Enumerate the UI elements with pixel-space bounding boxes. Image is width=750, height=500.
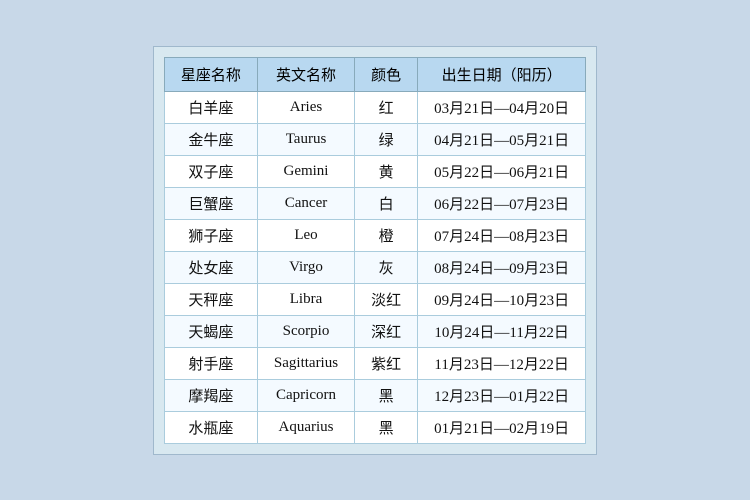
cell-english-name: Cancer xyxy=(257,187,354,219)
cell-english-name: Taurus xyxy=(257,123,354,155)
table-row: 天秤座Libra淡红09月24日—10月23日 xyxy=(164,283,585,315)
cell-color: 灰 xyxy=(355,251,418,283)
cell-dates: 01月21日—02月19日 xyxy=(418,411,586,443)
cell-color: 黑 xyxy=(355,379,418,411)
cell-color: 淡红 xyxy=(355,283,418,315)
table-header-row: 星座名称 英文名称 颜色 出生日期（阳历） xyxy=(164,57,585,91)
cell-english-name: Virgo xyxy=(257,251,354,283)
cell-english-name: Capricorn xyxy=(257,379,354,411)
cell-english-name: Sagittarius xyxy=(257,347,354,379)
cell-chinese-name: 水瓶座 xyxy=(164,411,257,443)
table-row: 水瓶座Aquarius黑01月21日—02月19日 xyxy=(164,411,585,443)
cell-chinese-name: 金牛座 xyxy=(164,123,257,155)
cell-english-name: Aries xyxy=(257,91,354,123)
cell-color: 紫红 xyxy=(355,347,418,379)
cell-english-name: Leo xyxy=(257,219,354,251)
cell-chinese-name: 巨蟹座 xyxy=(164,187,257,219)
cell-dates: 10月24日—11月22日 xyxy=(418,315,586,347)
zodiac-table: 星座名称 英文名称 颜色 出生日期（阳历） 白羊座Aries红03月21日—04… xyxy=(164,57,586,444)
cell-chinese-name: 双子座 xyxy=(164,155,257,187)
table-row: 巨蟹座Cancer白06月22日—07月23日 xyxy=(164,187,585,219)
cell-color: 橙 xyxy=(355,219,418,251)
cell-chinese-name: 天蝎座 xyxy=(164,315,257,347)
cell-color: 黑 xyxy=(355,411,418,443)
cell-chinese-name: 天秤座 xyxy=(164,283,257,315)
table-row: 白羊座Aries红03月21日—04月20日 xyxy=(164,91,585,123)
header-color: 颜色 xyxy=(355,57,418,91)
cell-dates: 11月23日—12月22日 xyxy=(418,347,586,379)
cell-chinese-name: 狮子座 xyxy=(164,219,257,251)
cell-chinese-name: 处女座 xyxy=(164,251,257,283)
cell-dates: 07月24日—08月23日 xyxy=(418,219,586,251)
cell-chinese-name: 射手座 xyxy=(164,347,257,379)
zodiac-table-container: 星座名称 英文名称 颜色 出生日期（阳历） 白羊座Aries红03月21日—04… xyxy=(153,46,597,455)
cell-english-name: Scorpio xyxy=(257,315,354,347)
cell-dates: 08月24日—09月23日 xyxy=(418,251,586,283)
cell-color: 白 xyxy=(355,187,418,219)
cell-color: 绿 xyxy=(355,123,418,155)
cell-dates: 09月24日—10月23日 xyxy=(418,283,586,315)
table-row: 摩羯座Capricorn黑12月23日—01月22日 xyxy=(164,379,585,411)
cell-dates: 12月23日—01月22日 xyxy=(418,379,586,411)
table-row: 天蝎座Scorpio深红10月24日—11月22日 xyxy=(164,315,585,347)
table-row: 金牛座Taurus绿04月21日—05月21日 xyxy=(164,123,585,155)
cell-dates: 05月22日—06月21日 xyxy=(418,155,586,187)
cell-color: 深红 xyxy=(355,315,418,347)
cell-english-name: Libra xyxy=(257,283,354,315)
cell-chinese-name: 白羊座 xyxy=(164,91,257,123)
cell-color: 红 xyxy=(355,91,418,123)
table-row: 双子座Gemini黄05月22日—06月21日 xyxy=(164,155,585,187)
cell-dates: 06月22日—07月23日 xyxy=(418,187,586,219)
cell-dates: 04月21日—05月21日 xyxy=(418,123,586,155)
cell-english-name: Gemini xyxy=(257,155,354,187)
table-row: 狮子座Leo橙07月24日—08月23日 xyxy=(164,219,585,251)
header-chinese-name: 星座名称 xyxy=(164,57,257,91)
table-row: 处女座Virgo灰08月24日—09月23日 xyxy=(164,251,585,283)
cell-chinese-name: 摩羯座 xyxy=(164,379,257,411)
header-english-name: 英文名称 xyxy=(257,57,354,91)
cell-color: 黄 xyxy=(355,155,418,187)
header-dates: 出生日期（阳历） xyxy=(418,57,586,91)
cell-english-name: Aquarius xyxy=(257,411,354,443)
table-row: 射手座Sagittarius紫红11月23日—12月22日 xyxy=(164,347,585,379)
cell-dates: 03月21日—04月20日 xyxy=(418,91,586,123)
